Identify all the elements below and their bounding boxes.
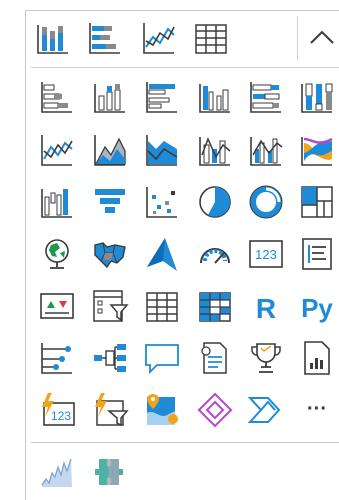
waterfall-chart-icon[interactable] [35, 180, 79, 224]
100-stacked-column-chart-icon[interactable] [295, 75, 339, 119]
multi-row-card-icon[interactable] [295, 232, 339, 276]
donut-chart-icon[interactable] [244, 180, 288, 224]
line-chart-icon[interactable] [35, 128, 79, 172]
funnel-icon[interactable] [88, 180, 132, 224]
power-automate-icon[interactable] [244, 388, 288, 432]
custom-puzzle-visual-icon[interactable] [88, 450, 132, 494]
clustered-bar-chart-icon[interactable] [140, 75, 184, 119]
clustered-column-chart-icon[interactable] [193, 75, 237, 119]
stacked-column-chart-icon[interactable] [88, 75, 132, 119]
stacked-bar-chart-icon[interactable] [35, 75, 79, 119]
stacked-column-chart-icon[interactable] [31, 16, 75, 60]
scatter-chart-icon[interactable] [140, 180, 184, 224]
stacked-bar-chart-icon[interactable] [83, 16, 127, 60]
card-icon[interactable]: 123 [244, 232, 288, 276]
py-label: Py [301, 293, 333, 323]
line-and-clustered-column-chart-icon[interactable] [244, 128, 288, 172]
r-label: R [256, 293, 276, 324]
more-label: ··· [307, 398, 327, 420]
python-visual-icon[interactable]: Py [295, 284, 339, 328]
gauge-icon[interactable] [193, 232, 237, 276]
pinned-separator [31, 67, 339, 68]
slicer-icon[interactable] [88, 284, 132, 328]
collapse-button[interactable] [302, 16, 339, 60]
pie-chart-icon[interactable] [193, 180, 237, 224]
azure-map-icon[interactable] [140, 232, 184, 276]
custom-line-visual-icon[interactable] [35, 450, 79, 494]
100-stacked-bar-chart-icon[interactable] [244, 75, 288, 119]
metrics-icon[interactable] [244, 336, 288, 380]
treemap-icon[interactable] [295, 180, 339, 224]
map-icon[interactable] [35, 232, 79, 276]
line-chart-icon[interactable] [137, 16, 181, 60]
ribbon-chart-icon[interactable] [295, 128, 339, 172]
filled-map-icon[interactable] [88, 232, 132, 276]
area-chart-icon[interactable] [88, 128, 132, 172]
smart-narrative-icon[interactable] [193, 336, 237, 380]
more-visuals-icon[interactable]: ··· [295, 388, 339, 432]
power-apps-slicer-icon[interactable] [88, 388, 132, 432]
r-script-visual-icon[interactable]: R [244, 284, 288, 328]
power-apps-card-value: 123 [51, 409, 71, 423]
key-influencers-icon[interactable] [35, 336, 79, 380]
table-icon[interactable] [140, 284, 184, 328]
stacked-area-chart-icon[interactable] [140, 128, 184, 172]
arcgis-map-icon[interactable] [140, 388, 184, 432]
line-and-stacked-column-chart-icon[interactable] [193, 128, 237, 172]
power-apps-card-icon[interactable]: 123 [35, 388, 79, 432]
matrix-icon[interactable] [193, 284, 237, 328]
table-icon[interactable] [189, 16, 233, 60]
qa-icon[interactable] [140, 336, 184, 380]
power-apps-icon[interactable] [193, 388, 237, 432]
pinned-divider [297, 16, 298, 60]
kpi-icon[interactable] [35, 284, 79, 328]
decomposition-tree-icon[interactable] [88, 336, 132, 380]
paginated-report-icon[interactable] [295, 336, 339, 380]
chevron-up-icon [310, 30, 334, 44]
card-value: 123 [255, 247, 277, 262]
custom-visuals-separator [31, 442, 339, 443]
